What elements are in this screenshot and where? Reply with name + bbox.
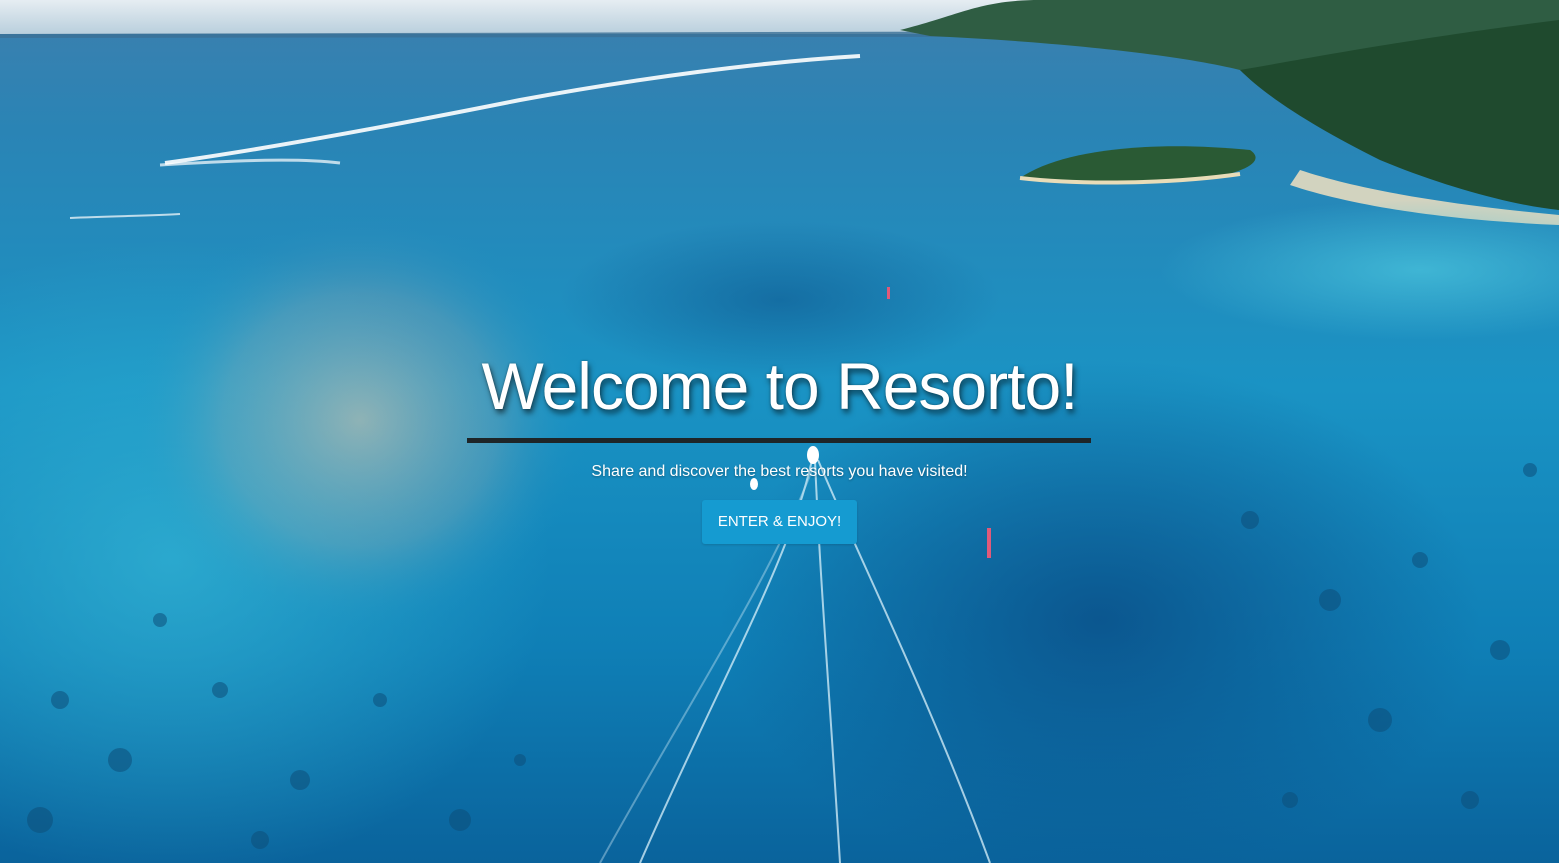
enter-enjoy-button[interactable]: ENTER & ENJOY! <box>702 500 857 544</box>
hero-divider <box>467 438 1091 443</box>
hero-subtitle: Share and discover the best resorts you … <box>591 463 968 480</box>
landing-page: Welcome to Resorto! Share and discover t… <box>0 0 1559 863</box>
hero-section: Welcome to Resorto! Share and discover t… <box>0 0 1559 863</box>
hero-title: Welcome to Resorto! <box>481 349 1078 423</box>
